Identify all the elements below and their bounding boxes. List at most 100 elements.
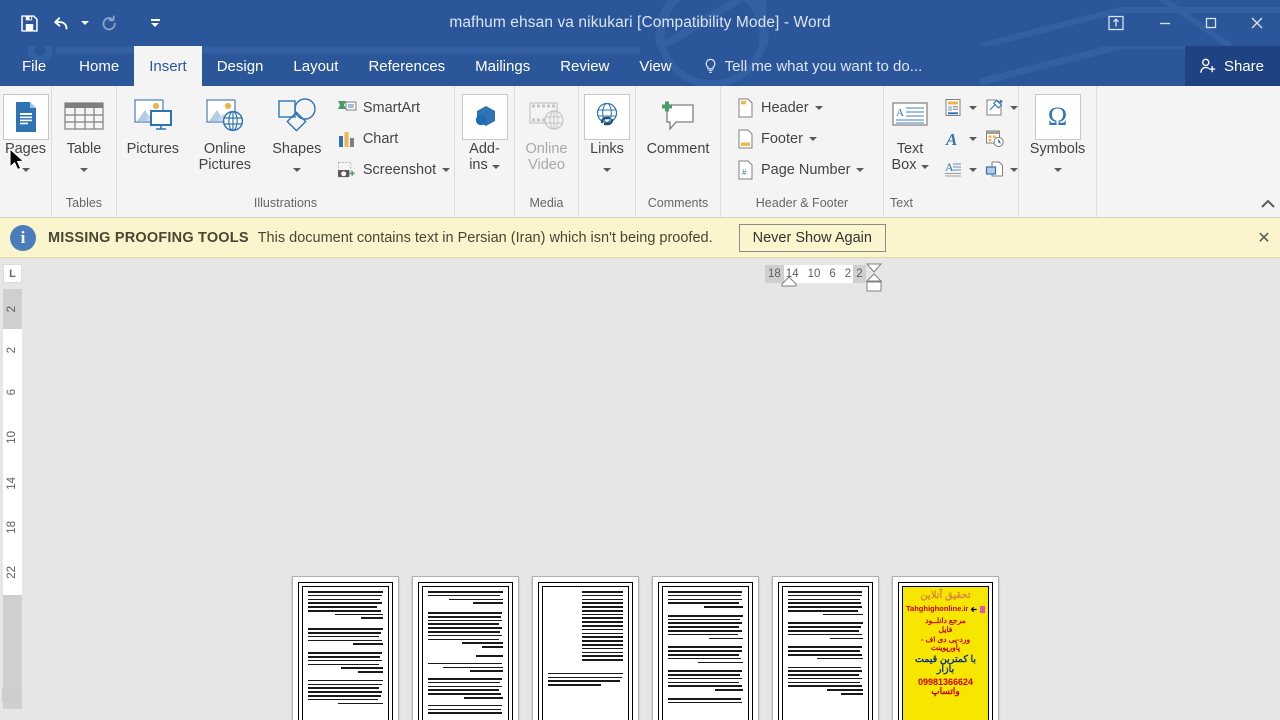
pictures-button[interactable]: Pictures — [117, 90, 189, 157]
horizontal-scroll-thumb[interactable] — [2, 688, 19, 702]
page-4-content — [662, 586, 749, 720]
tab-stop-selector[interactable]: L — [0, 258, 25, 289]
svg-text:#: # — [742, 168, 747, 177]
table-label: Table — [66, 141, 102, 157]
page-number-button[interactable]: # Page Number — [731, 154, 868, 185]
quick-parts-button[interactable] — [940, 94, 977, 121]
chevron-down-icon — [969, 167, 977, 172]
shapes-icon — [274, 94, 320, 140]
right-indent-marker[interactable] — [862, 262, 886, 294]
signature-line-button[interactable] — [981, 94, 1018, 121]
close-window-button[interactable] — [1234, 0, 1280, 46]
never-show-again-button[interactable]: Never Show Again — [738, 223, 886, 252]
tell-me-search[interactable]: Tell me what you want to do... — [687, 46, 922, 86]
first-line-indent-marker[interactable] — [778, 264, 800, 292]
tab-file[interactable]: File — [0, 46, 64, 86]
ad-title: تحقیق آنلاین — [920, 590, 971, 601]
ribbon-group-label-addins — [459, 194, 510, 196]
info-bar-message: This document contains text in Persian (… — [257, 229, 713, 246]
pages-button[interactable]: Pages — [2, 90, 50, 177]
chevron-down-icon — [21, 168, 30, 172]
text-box-label2-text: Box — [891, 157, 917, 173]
ribbon-group-label-comments: Comments — [647, 196, 709, 210]
chevron-down-icon — [1010, 105, 1018, 110]
screenshot-icon — [337, 160, 357, 180]
drop-cap-button[interactable]: A — [940, 156, 977, 183]
page-thumbnail-2[interactable] — [412, 576, 519, 720]
ribbon-group-addins: Add- ins — [455, 86, 515, 217]
tab-review[interactable]: Review — [545, 46, 624, 86]
ribbon-group-label-links — [583, 194, 631, 196]
page-thumbnail-1[interactable] — [292, 576, 399, 720]
date-and-time-button[interactable] — [981, 125, 1018, 152]
online-video-button[interactable]: Online Video — [516, 90, 578, 173]
ribbon-group-label-illustrations: Illustrations — [253, 196, 318, 210]
smartart-button[interactable]: SmartArt — [333, 92, 454, 123]
online-pictures-button[interactable]: Online Pictures — [189, 90, 261, 173]
page-thumbnail-3[interactable] — [532, 576, 639, 720]
ribbon-display-options-button[interactable] — [1090, 0, 1142, 46]
ribbon-group-label-header-footer: Header & Footer — [755, 196, 849, 210]
ribbon-group-links: Links — [579, 86, 636, 217]
wordart-button[interactable]: A — [940, 125, 977, 152]
close-info-bar-button[interactable]: ✕ — [1254, 228, 1274, 248]
tab-references[interactable]: References — [353, 46, 460, 86]
pages-label: Pages — [4, 141, 47, 157]
v-tick-18: 18 — [6, 520, 18, 534]
page-thumbnail-5[interactable] — [772, 576, 879, 720]
screenshot-button[interactable]: Screenshot — [333, 154, 454, 185]
ad-website: Tahghighonline.ir — [906, 604, 969, 614]
svg-text:A: A — [896, 107, 904, 119]
ribbon-group-tables: Table Tables — [52, 86, 117, 217]
header-button[interactable]: Header — [731, 92, 868, 123]
footer-button[interactable]: Footer — [731, 123, 868, 154]
tab-layout[interactable]: Layout — [278, 46, 353, 86]
window-title: mafhum ehsan va nikukari [Compatibility … — [449, 14, 831, 31]
v-tick-cell-3: 10 — [3, 413, 22, 461]
collapse-ribbon-button[interactable] — [1260, 197, 1276, 215]
page-number-icon: # — [735, 160, 755, 180]
chart-button[interactable]: Chart — [333, 123, 454, 154]
page-thumbnail-4[interactable] — [652, 576, 759, 720]
minimize-button[interactable] — [1142, 0, 1188, 46]
online-pictures-label2: Pictures — [198, 157, 252, 173]
tab-design[interactable]: Design — [202, 46, 279, 86]
ribbon-group-label-tables: Tables — [65, 196, 103, 210]
document-work-area: L 18 14 10 6 2 2 2 2 6 10 14 18 22 تحقیق… — [0, 258, 1280, 720]
chevron-down-icon — [1053, 168, 1062, 172]
v-tick-2-top: 2 — [6, 305, 18, 313]
add-ins-label: Add- — [469, 141, 500, 157]
new-comment-button[interactable]: Comment — [639, 90, 717, 157]
tab-home[interactable]: Home — [64, 46, 134, 86]
chart-label: Chart — [362, 130, 399, 147]
tab-mailings[interactable]: Mailings — [460, 46, 545, 86]
ribbon-tab-bar: File Home Insert Design Layout Reference… — [0, 46, 1280, 86]
table-button[interactable]: Table — [53, 90, 115, 177]
v-tick-2: 2 — [6, 346, 18, 354]
vertical-ruler[interactable]: 2 2 6 10 14 18 22 — [3, 289, 22, 709]
text-box-button[interactable]: A Text Box — [882, 90, 938, 173]
ad-line-4: فایل — [938, 625, 953, 635]
info-bar-title: MISSING PROOFING TOOLS — [48, 229, 249, 246]
illustrations-small-commands: SmartArt Chart Screenshot — [333, 90, 454, 185]
links-button[interactable]: Links — [582, 90, 632, 177]
ribbon-group-comments: Comment Comments — [636, 86, 721, 217]
ribbon-group-label-media: Media — [529, 196, 564, 210]
tab-view[interactable]: View — [624, 46, 686, 86]
object-button[interactable] — [981, 156, 1018, 183]
symbols-label: Symbols — [1029, 141, 1086, 157]
maximize-restore-button[interactable] — [1188, 0, 1234, 46]
ribbon-group-text: A Text Box A A Text — [884, 86, 1019, 217]
shapes-button[interactable]: Shapes — [261, 90, 333, 177]
share-button[interactable]: Share — [1184, 46, 1280, 86]
page-2-content — [422, 586, 509, 720]
symbols-button[interactable]: Ω Symbols — [1022, 90, 1094, 177]
h-tick-10: 10 — [807, 268, 821, 280]
add-ins-button[interactable]: Add- ins — [458, 90, 512, 173]
smartart-label: SmartArt — [362, 99, 421, 116]
minimize-icon — [1160, 22, 1170, 25]
page-thumbnail-6-advertisement[interactable]: تحقیق آنلاین Tahghighonline.ir مرجع دانل… — [892, 576, 999, 720]
ribbon-group-label-symbols — [1023, 194, 1092, 196]
new-comment-label: Comment — [646, 141, 710, 157]
tab-insert[interactable]: Insert — [134, 46, 202, 86]
